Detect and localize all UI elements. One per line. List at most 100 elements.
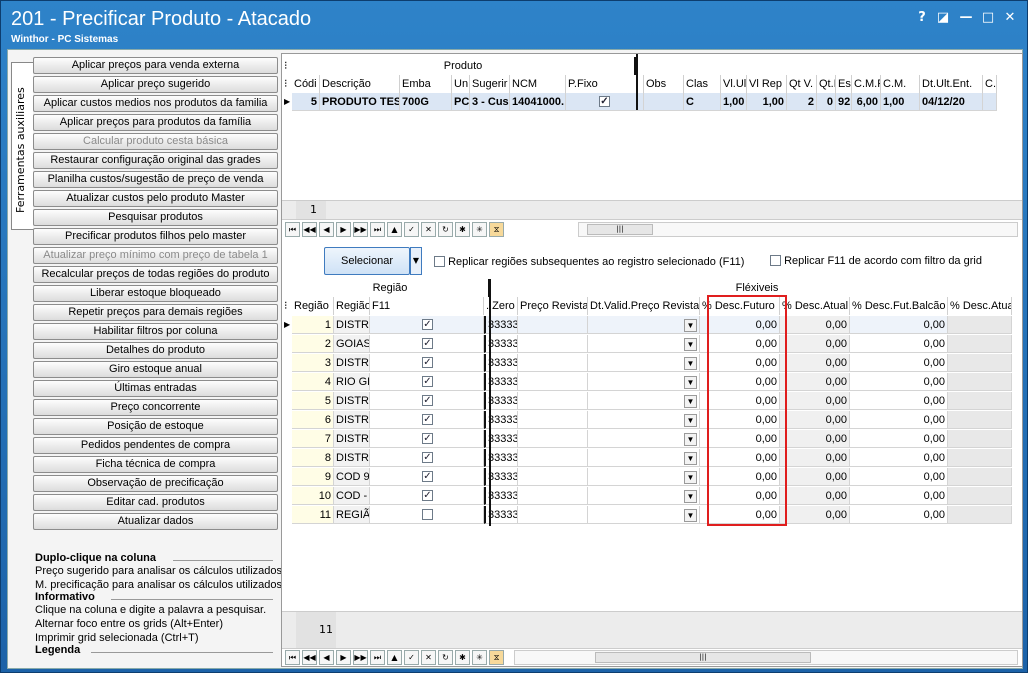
product-cell-qt_i[interactable]: 0: [817, 93, 836, 111]
region-cell-name[interactable]: REGIÃO: [334, 506, 370, 524]
region-cell-num[interactable]: 1: [292, 316, 334, 334]
region-cell-fut_balcao[interactable]: 0,00: [850, 468, 948, 486]
column-header[interactable]: % Desc.Futuro: [700, 297, 780, 315]
region-row[interactable]: ▶ 1 DISTRI ✓ 33333 ▼ 0,00 0,00 0,00: [282, 316, 1022, 335]
dropdown-arrow-icon[interactable]: ▼: [684, 490, 697, 503]
region-row[interactable]: 4RIO GR✓33333▼0,000,000,00: [282, 373, 1022, 392]
region-cell-atua2[interactable]: [948, 449, 1012, 467]
region-cell-atual[interactable]: 0,00: [780, 335, 850, 353]
dropdown-arrow-icon[interactable]: ▼: [684, 376, 697, 389]
column-header[interactable]: Preço Revista: [518, 297, 588, 315]
region-cell-num[interactable]: 5: [292, 392, 334, 410]
region-cell-dtvalid[interactable]: ▼: [588, 335, 700, 353]
region-cell-atual[interactable]: 0,00: [780, 392, 850, 410]
tool-button-15[interactable]: Detalhes do produto: [33, 342, 278, 359]
region-cell-atua2[interactable]: [948, 373, 1012, 391]
prior-page-nav-icon[interactable]: ◀◀: [302, 222, 317, 237]
dropdown-arrow-icon[interactable]: ▼: [684, 509, 697, 522]
f11-checkbox[interactable]: ✓: [422, 489, 433, 501]
region-cell-f11[interactable]: ✓: [370, 487, 484, 505]
region-cell-f11[interactable]: ✓: [370, 354, 484, 372]
first-nav-icon[interactable]: ⏮: [285, 650, 300, 665]
tool-button-24[interactable]: Atualizar dados: [33, 513, 278, 530]
region-cell-revista[interactable]: [518, 449, 588, 467]
region-cell-dtvalid[interactable]: ▼: [588, 468, 700, 486]
region-cell-atual[interactable]: 0,00: [780, 430, 850, 448]
region-cell-name[interactable]: DISTRI: [334, 430, 370, 448]
tool-button-16[interactable]: Giro estoque anual: [33, 361, 278, 378]
region-cell-name[interactable]: DISTRI: [334, 392, 370, 410]
column-header[interactable]: C.M.: [881, 75, 920, 93]
f11-checkbox[interactable]: ✓: [422, 451, 433, 463]
restore-layout-button[interactable]: ◪: [934, 9, 952, 27]
column-header[interactable]: % Desc.Fut.Balcão: [850, 297, 948, 315]
cancel-nav-icon[interactable]: ✕: [421, 650, 436, 665]
column-header[interactable]: Dt.Valid.Preço Revista: [588, 297, 700, 315]
region-cell-revista[interactable]: [518, 487, 588, 505]
region-cell-revista[interactable]: [518, 468, 588, 486]
region-cell-f11[interactable]: ✓: [370, 468, 484, 486]
tool-button-18[interactable]: Preço concorrente: [33, 399, 278, 416]
region-cell-revista[interactable]: [518, 506, 588, 524]
next-nav-icon[interactable]: ▶: [336, 222, 351, 237]
column-header[interactable]: Vl Rep: [747, 75, 787, 93]
column-header[interactable]: Est: [836, 75, 852, 93]
region-cell-f11[interactable]: [370, 506, 484, 524]
next-page-nav-icon[interactable]: ▶▶: [353, 222, 368, 237]
region-row[interactable]: 11REGIÃO33333▼0,000,000,00: [282, 506, 1022, 525]
region-cell-dtvalid[interactable]: ▼: [588, 430, 700, 448]
last-nav-icon[interactable]: ⏭: [370, 650, 385, 665]
region-cell-fut_balcao[interactable]: 0,00: [850, 316, 948, 334]
column-header[interactable]: Clas: [684, 75, 721, 93]
product-cell-codigo[interactable]: 5: [292, 93, 320, 111]
help-button[interactable]: ?: [913, 9, 931, 27]
product-cell-est[interactable]: 92: [836, 93, 852, 111]
next-page-nav-icon[interactable]: ▶▶: [353, 650, 368, 665]
region-cell-name[interactable]: GOIAS: [334, 335, 370, 353]
region-cell-dtvalid[interactable]: ▼: [588, 373, 700, 391]
region-cell-atual[interactable]: 0,00: [780, 411, 850, 429]
new-nav-icon[interactable]: ✱: [455, 650, 470, 665]
column-header[interactable]: % Desc.Atua: [948, 297, 1012, 315]
region-cell-atua2[interactable]: [948, 392, 1012, 410]
region-cell-atua2[interactable]: [948, 468, 1012, 486]
region-cell-atual[interactable]: 0,00: [780, 449, 850, 467]
refresh-nav-icon[interactable]: ↻: [438, 222, 453, 237]
prior-page-nav-icon[interactable]: ◀◀: [302, 650, 317, 665]
first-nav-icon[interactable]: ⏮: [285, 222, 300, 237]
region-cell-f11[interactable]: ✓: [370, 411, 484, 429]
region-cell-name[interactable]: DISTRI: [334, 316, 370, 334]
select-button[interactable]: Selecionar: [324, 247, 410, 275]
tool-button-22[interactable]: Observação de precificação: [33, 475, 278, 492]
region-cell-num[interactable]: 10: [292, 487, 334, 505]
replicate-option[interactable]: Replicar regiões subsequentes ao registr…: [434, 255, 744, 268]
f11-checkbox[interactable]: ✓: [422, 356, 433, 368]
dropdown-arrow-icon[interactable]: ▼: [684, 338, 697, 351]
tool-button-8[interactable]: Pesquisar produtos: [33, 209, 278, 226]
region-cell-num[interactable]: 9: [292, 468, 334, 486]
next-nav-icon[interactable]: ▶: [336, 650, 351, 665]
column-header[interactable]: F11: [370, 297, 484, 315]
tool-button-5[interactable]: Restaurar configuração original das grad…: [33, 152, 278, 169]
region-cell-atual[interactable]: 0,00: [780, 354, 850, 372]
product-cell-emba[interactable]: 700G: [400, 93, 452, 111]
region-cell-name[interactable]: COD 9: [334, 468, 370, 486]
scroll-thumb[interactable]: |||: [587, 224, 653, 235]
column-header[interactable]: Obs: [644, 75, 684, 93]
f11-checkbox[interactable]: ✓: [422, 318, 433, 330]
tool-button-2[interactable]: Aplicar custos medios nos produtos da fa…: [33, 95, 278, 112]
region-row[interactable]: 2 GOIAS ✓ 33333 ▼ 0,00 0,00 0,00: [282, 335, 1022, 354]
tool-button-3[interactable]: Aplicar preços para produtos da família: [33, 114, 278, 131]
region-cell-f11[interactable]: ✓: [370, 316, 484, 334]
post-nav-icon[interactable]: ✓: [404, 222, 419, 237]
region-cell-fut_balcao[interactable]: 0,00: [850, 487, 948, 505]
region-cell-f11[interactable]: ✓: [370, 373, 484, 391]
prior-nav-icon[interactable]: ◀: [319, 650, 334, 665]
tool-button-12[interactable]: Liberar estoque bloqueado: [33, 285, 278, 302]
region-cell-atual[interactable]: 0,00: [780, 506, 850, 524]
region-cell-futuro[interactable]: 0,00: [700, 411, 780, 429]
product-cell-clas[interactable]: C: [684, 93, 721, 111]
region-cell-dtvalid[interactable]: ▼: [588, 487, 700, 505]
column-header[interactable]: P.Fixo: [566, 75, 644, 93]
region-cell-fut_balcao[interactable]: 0,00: [850, 411, 948, 429]
